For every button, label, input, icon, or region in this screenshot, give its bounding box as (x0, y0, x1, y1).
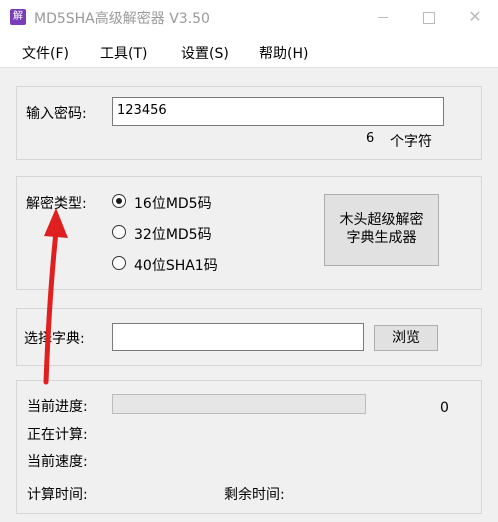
computing-label: 正在计算: (27, 427, 88, 443)
radio-label: 40位SHA1码 (134, 258, 218, 274)
progress-label: 当前进度: (27, 399, 88, 415)
radio-button[interactable] (112, 225, 126, 239)
window-title: MD5SHA高级解密器 V3.50 (34, 11, 210, 27)
menu-help[interactable]: 帮助(H) (259, 43, 308, 63)
speed-label: 当前速度: (27, 454, 88, 470)
dictionary-generator-button[interactable]: 木头超级解密 字典生成器 (324, 194, 439, 266)
dictionary-path-input[interactable] (112, 323, 364, 351)
remaining-time-label: 剩余时间: (224, 487, 285, 503)
decrypt-type-label: 解密类型: (26, 196, 87, 212)
title-bar: 解 MD5SHA高级解密器 V3.50 ✕ (0, 0, 498, 34)
progress-bar (112, 394, 366, 414)
password-label: 输入密码: (26, 106, 87, 122)
maximize-icon[interactable] (406, 0, 452, 34)
elapsed-time-label: 计算时间: (27, 487, 88, 503)
radio-label: 32位MD5码 (134, 227, 212, 243)
minimize-icon[interactable] (360, 0, 406, 34)
char-count: 6 (366, 131, 375, 146)
menu-bar: 文件(F) 工具(T) 设置(S) 帮助(H) (0, 34, 498, 68)
close-icon[interactable]: ✕ (452, 0, 498, 34)
generator-button-line1: 木头超级解密 (339, 212, 424, 228)
dictionary-label: 选择字典: (24, 331, 85, 347)
radio-label: 16位MD5码 (134, 196, 212, 212)
menu-tools[interactable]: 工具(T) (100, 43, 147, 63)
radio-button[interactable] (112, 194, 126, 208)
generator-button-line2: 字典生成器 (346, 230, 417, 246)
menu-file[interactable]: 文件(F) (22, 43, 69, 63)
char-count-suffix: 个字符 (390, 134, 432, 150)
password-value: 123456 (117, 103, 167, 118)
browse-button[interactable]: 浏览 (374, 325, 438, 351)
app-logo-icon: 解 (10, 9, 26, 25)
radio-button[interactable] (112, 256, 126, 270)
password-input[interactable]: 123456 (112, 97, 444, 126)
progress-value: 0 (440, 400, 449, 416)
menu-settings[interactable]: 设置(S) (181, 43, 229, 63)
